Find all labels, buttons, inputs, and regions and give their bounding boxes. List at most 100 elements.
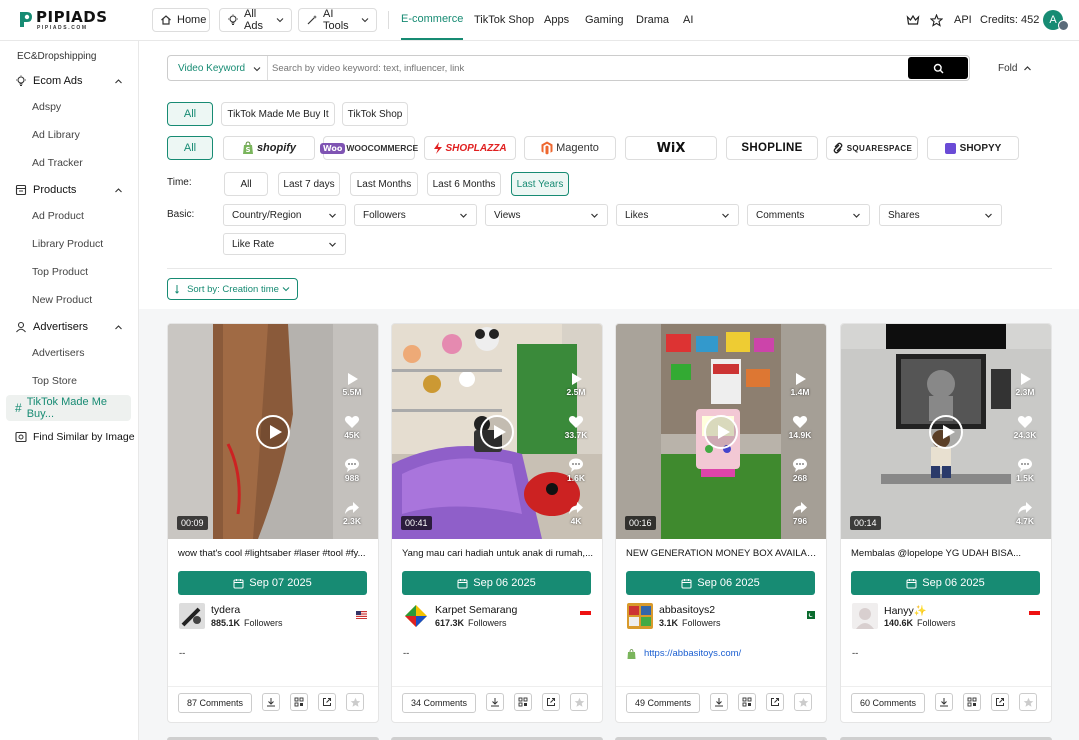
open-external-button[interactable] [766, 693, 784, 711]
sidebar-item-ad-library[interactable]: Ad Library [0, 128, 139, 142]
search-type-select[interactable]: Video Keyword [168, 56, 268, 80]
platform-chip-wix[interactable]: WiX [625, 136, 717, 160]
sidebar-item-top-product[interactable]: Top Product [0, 265, 139, 279]
nav-drama[interactable]: Drama [636, 0, 669, 40]
advertiser-avatar[interactable] [627, 603, 653, 629]
nav-ecommerce[interactable]: E-commerce [401, 0, 464, 40]
play-button[interactable] [480, 415, 514, 449]
platform-chip-shopline[interactable]: SHOPLINE [726, 136, 818, 160]
fold-toggle[interactable]: Fold [998, 63, 1032, 74]
comments-button[interactable]: 60 Comments [851, 693, 926, 713]
favorite-button[interactable] [1019, 693, 1037, 711]
video-title[interactable]: wow that's cool #lightsaber #laser #tool… [178, 548, 370, 559]
sidebar-item-top-store[interactable]: Top Store [0, 374, 139, 388]
platform-chip-magento[interactable]: Magento [524, 136, 616, 160]
store-link-url[interactable]: https://abbasitoys.com/ [644, 648, 741, 659]
sidebar-item-find-similar[interactable]: Find Similar by Image [0, 429, 139, 445]
sidebar-item-advertisers[interactable]: Advertisers [0, 346, 139, 360]
sidebar-group-ecom-ads[interactable]: Ecom Ads [0, 73, 139, 89]
filter-views[interactable]: Views [485, 204, 608, 226]
qr-code-button[interactable] [963, 693, 981, 711]
search-button[interactable] [908, 57, 968, 79]
filter-shares[interactable]: Shares [879, 204, 1002, 226]
platform-chip-shoplazza[interactable]: SHOPLAZZA [424, 136, 516, 160]
video-thumbnail[interactable]: 00:41 2.5M 33.7K 1.6K 4K [392, 324, 602, 539]
search-input[interactable] [272, 58, 902, 78]
advertiser-avatar[interactable] [179, 603, 205, 629]
comments-button[interactable]: 87 Comments [178, 693, 253, 713]
open-external-button[interactable] [542, 693, 560, 711]
sidebar-item-ad-tracker[interactable]: Ad Tracker [0, 156, 139, 170]
download-button[interactable] [710, 693, 728, 711]
nav-ai[interactable]: AI [683, 0, 693, 40]
advertiser-name[interactable]: abbasitoys2 [659, 604, 715, 616]
video-card[interactable]: 00:41 2.5M 33.7K 1.6K 4K Yang mau cari h… [391, 323, 603, 723]
sidebar-item-adspy[interactable]: Adspy [0, 100, 139, 114]
video-card[interactable]: 00:09 5.5M 45K 988 2.3K wow that's cool … [167, 323, 379, 723]
store-link[interactable]: https://abbasitoys.com/ [627, 648, 741, 659]
nav-apps[interactable]: Apps [544, 0, 569, 40]
favorites-button[interactable] [930, 0, 943, 40]
qr-code-button[interactable] [290, 693, 308, 711]
ai-tools-dropdown[interactable]: AI Tools [298, 8, 377, 32]
filter-country-region[interactable]: Country/Region [223, 204, 346, 226]
video-thumbnail[interactable]: 00:16 1.4M 14.9K 268 796 [616, 324, 826, 539]
platform-chip-shopyy[interactable]: SHOPYY [927, 136, 1019, 160]
play-button[interactable] [929, 415, 963, 449]
advertiser-avatar[interactable] [403, 603, 429, 629]
video-title[interactable]: Yang mau cari hadiah untuk anak di rumah… [402, 548, 594, 559]
filter-followers[interactable]: Followers [354, 204, 477, 226]
video-title[interactable]: NEW GENERATION MONEY BOX AVAILABL... [626, 548, 818, 559]
sidebar-item-new-product[interactable]: New Product [0, 293, 139, 307]
video-title[interactable]: Membalas @lopelope YG UDAH BISA... [851, 548, 1043, 559]
download-button[interactable] [486, 693, 504, 711]
sidebar-group-advertisers[interactable]: Advertisers [0, 319, 139, 335]
sort-dropdown[interactable]: Sort by: Creation time [167, 278, 298, 300]
advertiser-name[interactable]: Hanyy✨ [884, 604, 927, 617]
download-button[interactable] [262, 693, 280, 711]
platform-chip-squarespace[interactable]: SQUARESPACE [826, 136, 918, 160]
filter-comments[interactable]: Comments [747, 204, 870, 226]
time-chip-all[interactable]: All [224, 172, 268, 196]
video-thumbnail[interactable]: 00:09 5.5M 45K 988 2.3K [168, 324, 378, 539]
time-chip-last-months[interactable]: Last Months [350, 172, 418, 196]
favorite-button[interactable] [346, 693, 364, 711]
comments-button[interactable]: 34 Comments [402, 693, 477, 713]
video-card[interactable]: 00:14 2.3M 24.3K 1.5K 4.7K Membalas @lop… [840, 323, 1052, 723]
favorite-button[interactable] [794, 693, 812, 711]
advertiser-name[interactable]: Karpet Semarang [435, 604, 517, 616]
filter-like-rate[interactable]: Like Rate [223, 233, 346, 255]
video-thumbnail[interactable]: 00:14 2.3M 24.3K 1.5K 4.7K [841, 324, 1051, 539]
sidebar-group-products[interactable]: Products [0, 182, 139, 198]
sidebar-item-library-product[interactable]: Library Product [0, 237, 139, 251]
source-chip-tiktok-shop[interactable]: TikTok Shop [342, 102, 408, 126]
play-button[interactable] [704, 415, 738, 449]
play-button[interactable] [256, 415, 290, 449]
nav-gaming[interactable]: Gaming [585, 0, 624, 40]
platform-chip-all[interactable]: All [167, 136, 213, 160]
time-chip-last-years[interactable]: Last Years [511, 172, 569, 196]
sidebar-item-ad-product[interactable]: Ad Product [0, 209, 139, 223]
filter-likes[interactable]: Likes [616, 204, 739, 226]
favorite-button[interactable] [570, 693, 588, 711]
platform-chip-woocommerce[interactable]: Woo WOOCOMMERCE [319, 136, 418, 160]
time-chip-last-6-months[interactable]: Last 6 Months [427, 172, 501, 196]
comments-button[interactable]: 49 Comments [626, 693, 701, 713]
home-button[interactable]: Home [152, 8, 210, 32]
nav-tiktok-shop[interactable]: TikTok Shop [474, 0, 534, 40]
qr-code-button[interactable] [514, 693, 532, 711]
platform-chip-shopify[interactable]: S shopify [223, 136, 315, 160]
advertiser-avatar[interactable] [852, 603, 878, 629]
qr-code-button[interactable] [738, 693, 756, 711]
source-chip-tiktok-made-me-buy-it[interactable]: TikTok Made Me Buy It [221, 102, 335, 126]
crown-button[interactable] [906, 0, 920, 40]
open-external-button[interactable] [991, 693, 1009, 711]
sidebar-item-tiktok-made-me-buy[interactable]: # TikTok Made Me Buy... [6, 395, 131, 421]
all-ads-dropdown[interactable]: All Ads [219, 8, 292, 32]
advertiser-name[interactable]: tydera [211, 604, 240, 616]
source-chip-all[interactable]: All [167, 102, 213, 126]
download-button[interactable] [935, 693, 953, 711]
pipiads-logo[interactable]: PIPIADS PIPIADS.COM [18, 10, 107, 32]
open-external-button[interactable] [318, 693, 336, 711]
time-chip-last-7-days[interactable]: Last 7 days [278, 172, 340, 196]
